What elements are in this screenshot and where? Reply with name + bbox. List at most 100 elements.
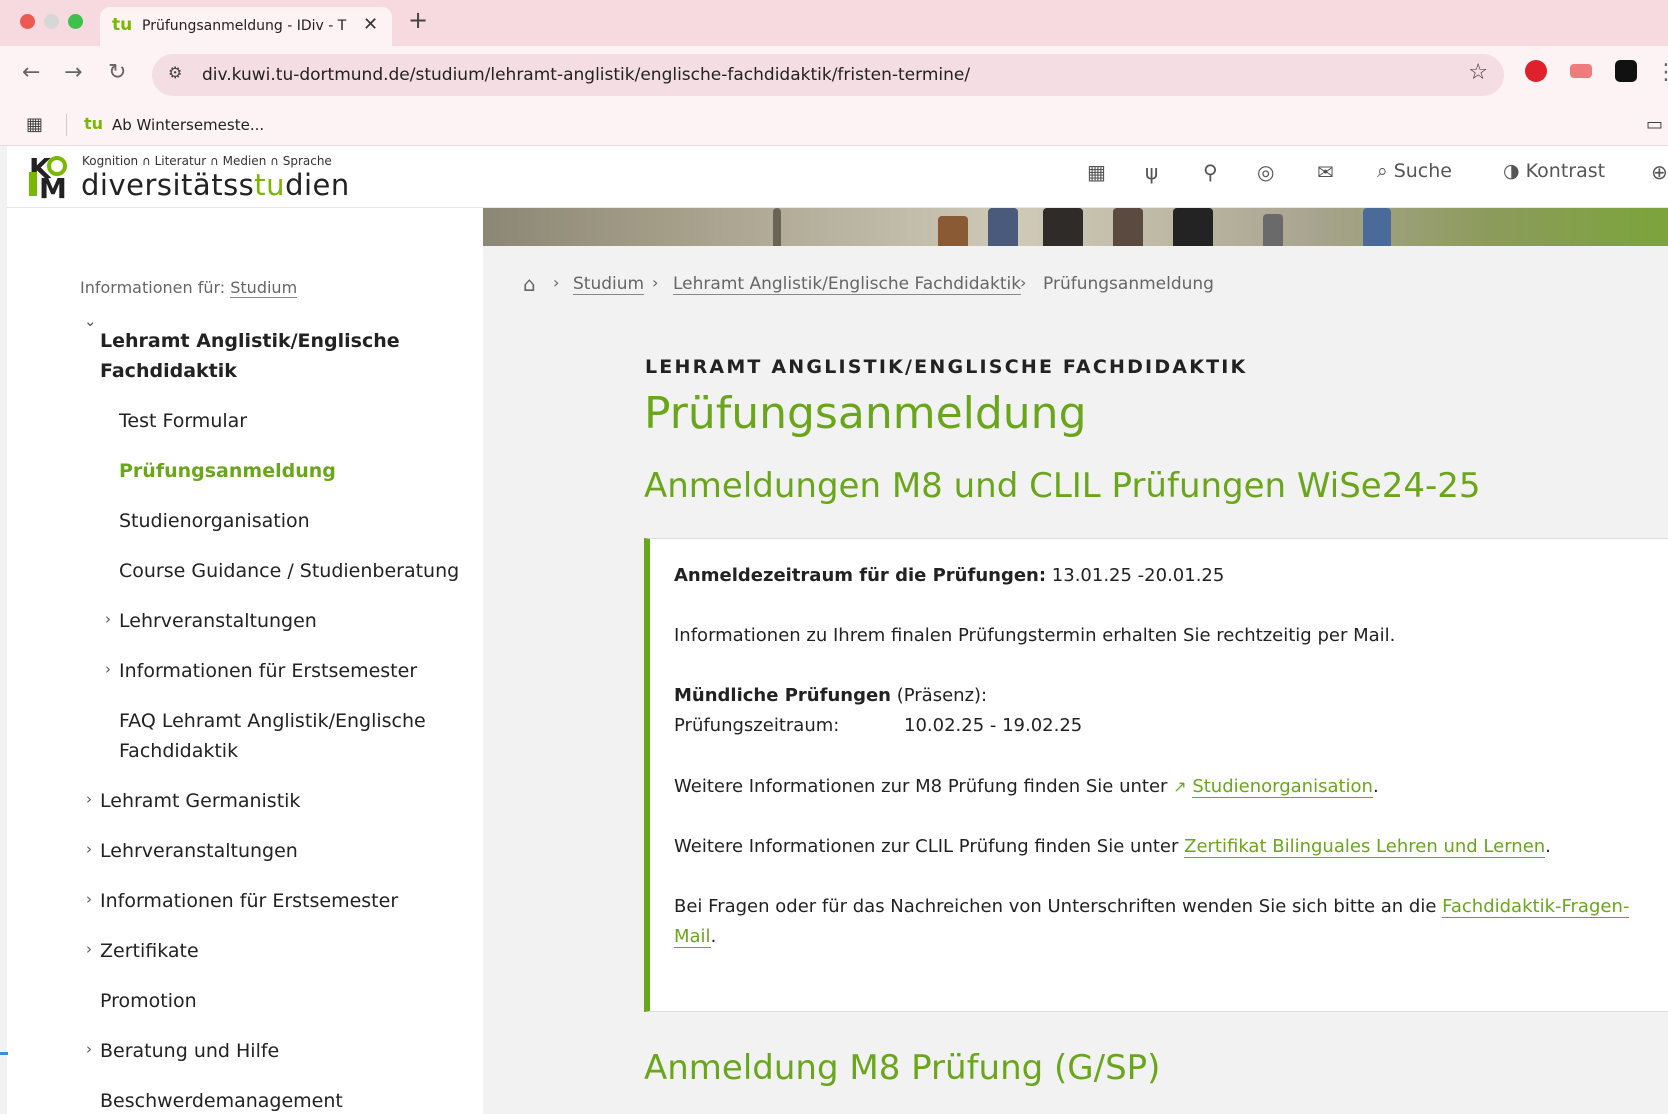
sidebar-item-faq-cont[interactable]: Fachdidaktik xyxy=(119,736,238,766)
hero-figure xyxy=(1043,208,1083,246)
sidebar-item-beratung[interactable]: Beratung und Hilfe xyxy=(100,1036,279,1066)
extension-c-icon[interactable] xyxy=(1615,60,1637,82)
apps-grid-icon[interactable]: ▦ xyxy=(26,114,43,135)
forward-arrow-icon[interactable]: → xyxy=(64,60,82,85)
fachdidaktik-mail-link-cont[interactable]: Mail xyxy=(674,926,711,948)
oral-exams-suffix: (Präsenz): xyxy=(896,685,988,706)
sidebar-item-lehramt-anglistik-cont[interactable]: Fachdidaktik xyxy=(100,356,237,386)
location-pin-icon[interactable]: ⚲ xyxy=(1203,160,1218,184)
search-button[interactable]: ⌕ Suche xyxy=(1377,160,1452,182)
sidebar-item-studienorganisation[interactable]: Studienorganisation xyxy=(119,506,310,536)
back-arrow-icon[interactable]: ← xyxy=(22,60,40,85)
sidebar-item-lehrveranstaltungen[interactable]: Lehrveranstaltungen xyxy=(100,836,298,866)
sidebar-item-beschwerde[interactable]: Beschwerdemanagement xyxy=(100,1086,343,1114)
breadcrumb-studium[interactable]: Studium xyxy=(573,274,645,295)
bookmark-item[interactable]: Ab Wintersemeste... xyxy=(112,116,264,134)
chevron-right-icon[interactable]: › xyxy=(86,890,92,908)
sidebar-item-pruefungsanmeldung[interactable]: Prüfungsanmeldung xyxy=(119,456,336,486)
bookmark-divider xyxy=(66,114,67,136)
bookmarks-bar: ▦ tu Ab Wintersemeste... ▭ xyxy=(0,104,1668,146)
address-bar[interactable]: ⚙ div.kuwi.tu-dortmund.de/studium/lehram… xyxy=(152,54,1504,96)
site-header: K M Kognition ∩ Literatur ∩ Medien ∩ Spr… xyxy=(7,146,1668,208)
period: . xyxy=(1545,836,1551,857)
m8-info: Weitere Informationen zur M8 Prüfung fin… xyxy=(674,772,1379,802)
sidebar-item-test-formular[interactable]: Test Formular xyxy=(119,406,247,436)
chevron-right-icon[interactable]: › xyxy=(86,840,92,858)
extension-icon[interactable] xyxy=(1570,64,1592,78)
reload-icon[interactable]: ↻ xyxy=(108,60,126,85)
fachdidaktik-mail-link[interactable]: Fachdidaktik-Fragen- xyxy=(1442,896,1630,918)
clil-info: Weitere Informationen zur CLIL Prüfung f… xyxy=(674,832,1551,862)
clil-info-text: Weitere Informationen zur CLIL Prüfung f… xyxy=(674,836,1179,857)
sidebar-item-zertifikate[interactable]: Zertifikate xyxy=(100,936,199,966)
chevron-right-icon[interactable]: › xyxy=(86,940,92,958)
exam-period-value: 10.02.25 - 19.02.25 xyxy=(904,715,1083,736)
browser-toolbar: ← → ↻ ⚙ div.kuwi.tu-dortmund.de/studium/… xyxy=(0,46,1668,104)
contrast-button[interactable]: ◑ Kontrast xyxy=(1503,160,1605,182)
browser-tab[interactable]: tu Prüfungsanmeldung - IDiv - T ✕ xyxy=(100,7,392,46)
sidebar-item-erstsemester-sub[interactable]: Informationen für Erstsemester xyxy=(119,656,417,686)
external-link-icon: ↗ xyxy=(1173,777,1187,796)
zertifikat-link[interactable]: Zertifikat Bilinguales Lehren und Lernen xyxy=(1184,836,1546,858)
questions-text: Bei Fragen oder für das Nachreichen von … xyxy=(674,896,1437,917)
sidebar-item-lehramt-germanistik[interactable]: Lehramt Germanistik xyxy=(100,786,300,816)
fingerprint-icon[interactable]: ◎ xyxy=(1257,160,1274,184)
bookmark-star-icon[interactable]: ☆ xyxy=(1468,60,1488,85)
contrast-icon: ◑ xyxy=(1503,160,1520,182)
sidebar-item-lehramt-anglistik[interactable]: Lehramt Anglistik/Englische xyxy=(100,326,400,356)
page-title: Prüfungsanmeldung xyxy=(644,388,1087,439)
globe-icon[interactable]: ⊕ xyxy=(1651,160,1668,184)
hero-image xyxy=(483,208,1668,246)
questions-info: Bei Fragen oder für das Nachreichen von … xyxy=(674,892,1630,922)
extensions-puzzle-icon[interactable]: ⋮ xyxy=(1655,60,1668,85)
audience-link-studium[interactable]: Studium xyxy=(230,278,298,298)
sidebar-item-promotion[interactable]: Promotion xyxy=(100,986,197,1016)
folder-icon[interactable]: ▭ xyxy=(1646,114,1663,135)
questions-info-cont: Mail. xyxy=(674,922,716,952)
exam-info-text: Informationen zu Ihrem finalen Prüfungst… xyxy=(674,625,1396,646)
breadcrumb-separator: › xyxy=(652,273,659,292)
tab-favicon-icon: tu xyxy=(112,15,133,35)
sidebar-item-lehrveranstaltungen-sub[interactable]: Lehrveranstaltungen xyxy=(119,606,317,636)
sidebar-navigation: Informationen für: Studium ⌄ Lehramt Ang… xyxy=(7,208,483,1114)
kulm-logo-icon[interactable]: K M xyxy=(29,152,75,205)
section-kicker: LEHRAMT ANGLISTIK/ENGLISCHE FACHDIDAKTIK xyxy=(645,356,1248,378)
hero-figure xyxy=(773,208,781,246)
studienorganisation-link[interactable]: Studienorganisation xyxy=(1192,776,1373,798)
chevron-right-icon[interactable]: › xyxy=(86,1040,92,1058)
browser-tab-bar: tu Prüfungsanmeldung - IDiv - T ✕ + xyxy=(0,0,1668,46)
site-settings-icon[interactable]: ⚙ xyxy=(168,63,182,82)
sidebar-item-erstsemester[interactable]: Informationen für Erstsemester xyxy=(100,886,398,916)
hero-figure xyxy=(1363,208,1391,246)
mail-icon[interactable]: ✉ xyxy=(1317,160,1334,184)
hero-figure xyxy=(1113,208,1143,246)
period: . xyxy=(710,926,717,947)
opera-extension-icon[interactable] xyxy=(1525,60,1547,82)
chevron-right-icon[interactable]: › xyxy=(105,610,111,628)
period: . xyxy=(1372,776,1379,797)
breadcrumb-lehramt-anglistik[interactable]: Lehramt Anglistik/Englische Fachdidaktik xyxy=(673,274,1022,295)
edge-marker xyxy=(0,1052,8,1055)
maximize-window-button[interactable] xyxy=(68,14,83,29)
chevron-right-icon[interactable]: › xyxy=(86,790,92,808)
site-name[interactable]: diversitätsstudien xyxy=(81,168,350,202)
tab-close-icon[interactable]: ✕ xyxy=(363,14,378,35)
hero-figure xyxy=(938,216,968,246)
chevron-right-icon[interactable]: › xyxy=(105,660,111,678)
minimize-window-button[interactable] xyxy=(44,14,59,29)
chevron-down-icon[interactable]: ⌄ xyxy=(84,312,97,330)
sidebar-item-faq[interactable]: FAQ Lehramt Anglistik/Englische xyxy=(119,706,426,736)
audience-selector: Informationen für: Studium xyxy=(80,278,298,298)
calendar-icon[interactable]: ▦ xyxy=(1087,160,1106,184)
tab-title: Prüfungsanmeldung - IDiv - T xyxy=(142,18,347,34)
sidebar-item-course-guidance[interactable]: Course Guidance / Studienberatung xyxy=(119,556,459,586)
home-icon[interactable]: ⌂ xyxy=(523,272,536,296)
cutlery-icon[interactable]: ψ xyxy=(1145,160,1158,184)
audience-label: Informationen für: xyxy=(80,278,226,297)
close-window-button[interactable] xyxy=(20,14,35,29)
registration-period: Anmeldezeitraum für die Prüfungen: 13.01… xyxy=(674,561,1224,591)
m8-section-heading: Anmeldung M8 Prüfung (G/SP) xyxy=(644,1048,1161,1088)
new-tab-button[interactable]: + xyxy=(408,6,428,34)
m8-info-text: Weitere Informationen zur M8 Prüfung fin… xyxy=(674,776,1168,797)
url-text[interactable]: div.kuwi.tu-dortmund.de/studium/lehramt-… xyxy=(202,65,970,85)
